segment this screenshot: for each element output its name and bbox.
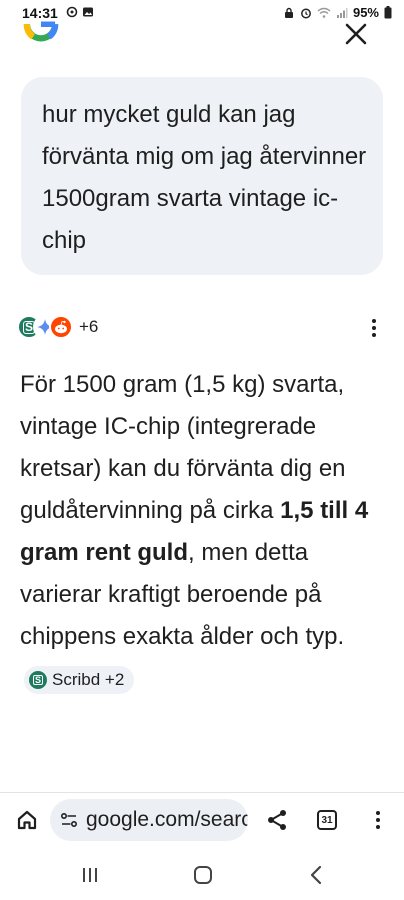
url-text: google.com/search	[86, 808, 248, 831]
sources-row[interactable]: S +6	[17, 313, 98, 341]
browser-toolbar: google.com/search 31	[0, 793, 404, 849]
more-options-icon[interactable]	[370, 318, 378, 338]
signal-icon	[336, 7, 348, 18]
battery-icon	[384, 6, 392, 19]
status-right: 95%	[283, 5, 392, 20]
battery-percent: 95%	[352, 5, 379, 20]
alarm-icon	[301, 8, 311, 18]
ai-answer-text: För 1500 gram (1,5 kg) svarta, vintage I…	[20, 364, 390, 700]
source-chip[interactable]: S Scribd +2	[24, 666, 135, 694]
gallery-icon	[83, 7, 93, 17]
close-icon[interactable]	[344, 22, 368, 46]
query-bubble: hur mycket guld kan jag förvänta mig om …	[21, 77, 383, 275]
scribd-chip-icon: S	[29, 671, 47, 689]
wifi-icon	[317, 7, 331, 18]
tab-count: 31	[321, 814, 333, 826]
recent-apps-icon[interactable]	[80, 866, 100, 884]
source-chip-label: Scribd +2	[52, 670, 125, 689]
url-bar[interactable]: google.com/search	[50, 799, 248, 841]
sources-count: +6	[79, 317, 99, 336]
site-settings-icon	[60, 812, 78, 828]
query-text: hur mycket guld kan jag förvänta mig om …	[42, 101, 367, 254]
status-notification-icons	[66, 6, 94, 18]
system-nav-bar	[0, 850, 404, 900]
home-nav-icon[interactable]	[194, 866, 212, 884]
tab-switcher-button[interactable]: 31	[317, 810, 337, 830]
sync-icon	[66, 6, 78, 18]
back-icon[interactable]	[308, 864, 324, 886]
google-logo[interactable]	[18, 18, 64, 54]
lock-icon	[284, 7, 293, 18]
reddit-icon	[49, 315, 73, 339]
share-icon[interactable]	[266, 809, 288, 831]
google-g-logo-icon	[23, 21, 59, 42]
menu-icon[interactable]	[374, 810, 382, 830]
home-icon[interactable]	[16, 809, 38, 831]
